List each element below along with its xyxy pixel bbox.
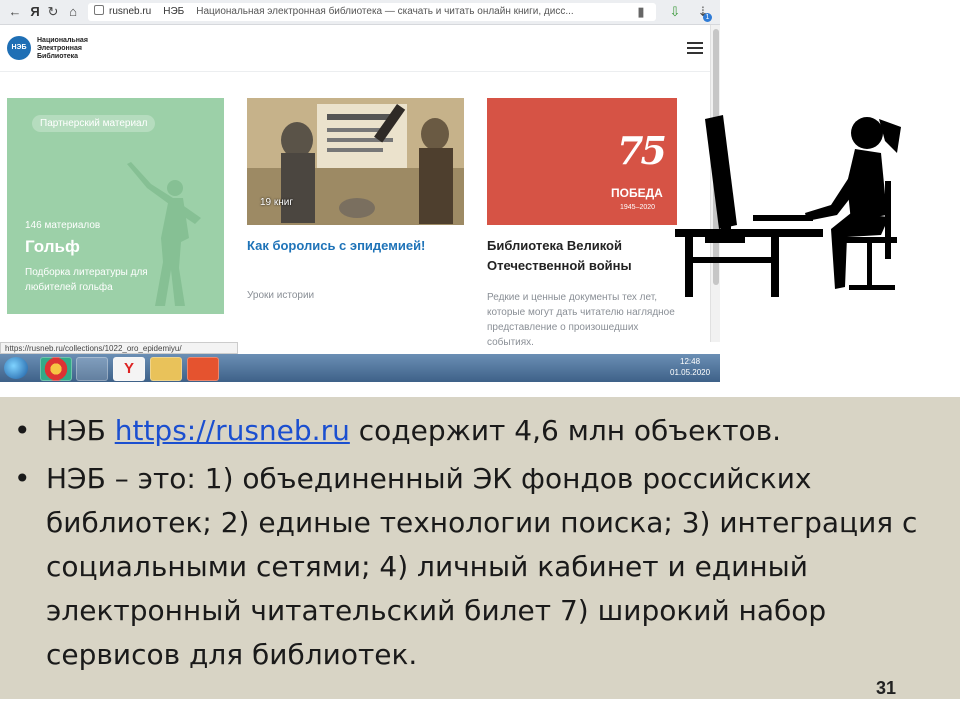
logo-text[interactable]: Национальная Электронная Библиотека (37, 37, 117, 61)
bullet-item: • НЭБ – это: 1) объединенный ЭК фондов ро… (0, 457, 960, 677)
clock-time: 12:48 (680, 357, 701, 366)
card-description: Редкие и ценные документы тех лет, котор… (487, 292, 675, 348)
lock-icon (94, 5, 104, 15)
bookmark-icon[interactable]: ▮ (632, 3, 650, 21)
bullet-item: • НЭБ https://rusneb.ru содержит 4,6 млн … (0, 409, 960, 453)
slide-text-panel: • НЭБ https://rusneb.ru содержит 4,6 млн … (0, 397, 960, 699)
chrome-icon[interactable] (40, 357, 72, 381)
notification-badge: 1 (703, 13, 712, 22)
address-domain: rusneb.ru (109, 6, 152, 17)
main-content: Партнерский материал 146 материалов Голь… (0, 72, 710, 348)
media-player-icon[interactable] (76, 357, 108, 381)
victory-years: 1945–2020 (620, 204, 656, 211)
clock-date: 01.05.2020 (670, 368, 711, 377)
logo-badge[interactable]: НЭБ (7, 36, 31, 60)
windows-taskbar: Y 12:48 01.05.2020 (0, 354, 720, 382)
victory-image[interactable]: 75 ПОБЕДА 1945–2020 (487, 98, 677, 225)
partner-badge: Партнерский материал (32, 115, 156, 132)
card-golf[interactable]: Партнерский материал 146 материалов Голь… (7, 98, 224, 314)
clock[interactable]: 12:48 01.05.2020 (670, 356, 710, 378)
card-subtitle: Подборка литературы для любителей гольфа (25, 267, 148, 293)
rusneb-link[interactable]: https://rusneb.ru (115, 414, 350, 447)
bullet1-prefix: НЭБ (46, 414, 115, 447)
bullet2-text: НЭБ – это: 1) объединенный ЭК фондов рос… (46, 462, 918, 671)
person-at-computer-image (675, 115, 901, 297)
folder-icon[interactable] (150, 357, 182, 381)
back-arrow-icon[interactable]: ← (6, 3, 24, 21)
bullet1-suffix: содержит 4,6 млн объектов. (349, 414, 782, 447)
status-url: https://rusneb.ru/collections/1022_oro_e… (0, 342, 238, 354)
download-arrow-icon[interactable]: ⇩ (666, 3, 684, 21)
address-site-short: НЭБ (163, 6, 185, 17)
slide-page-number: 31 (876, 678, 897, 698)
victory-number: 75 (617, 128, 667, 173)
materials-count: 146 материалов (25, 220, 101, 231)
books-count-badge: 19 книг (260, 197, 294, 208)
logo-line: Национальная (37, 37, 88, 44)
victory-word: ПОБЕДА (611, 186, 663, 200)
logo-line: Электронная (37, 45, 82, 52)
address-bar[interactable]: rusneb.ru НЭБ Национальная электронная биб… (88, 3, 656, 21)
browser-toolbar: ← Я ↻ ⌂ rusneb.ru НЭБ Национальная электро… (0, 0, 720, 25)
hamburger-menu-icon[interactable] (687, 42, 703, 54)
page-title: Национальная электронная библиотека — ск… (196, 6, 574, 17)
logo-line: Библиотека (37, 53, 79, 60)
powerpoint-icon[interactable] (187, 357, 219, 381)
browser-screenshot: ← Я ↻ ⌂ rusneb.ru НЭБ Национальная электро… (0, 0, 720, 382)
site-header: НЭБ Национальная Электронная Библиотека (0, 25, 710, 72)
yandex-browser-icon[interactable]: Y (113, 357, 145, 381)
card-title[interactable]: Как боролись с эпидемией! (247, 236, 447, 256)
bullet-dot: • (14, 462, 31, 495)
epidemic-image[interactable]: 19 книг (247, 98, 464, 225)
card-title: Гольф (25, 237, 80, 256)
yandex-icon[interactable]: Я (26, 3, 44, 21)
bullet-dot: • (14, 414, 31, 447)
card-tag: Уроки истории (247, 290, 315, 301)
card-title[interactable]: Библиотека Великой Отечественной войны (487, 236, 687, 276)
reload-icon[interactable]: ↻ (44, 3, 62, 21)
home-icon[interactable]: ⌂ (64, 3, 82, 21)
start-button-icon[interactable] (4, 357, 28, 379)
